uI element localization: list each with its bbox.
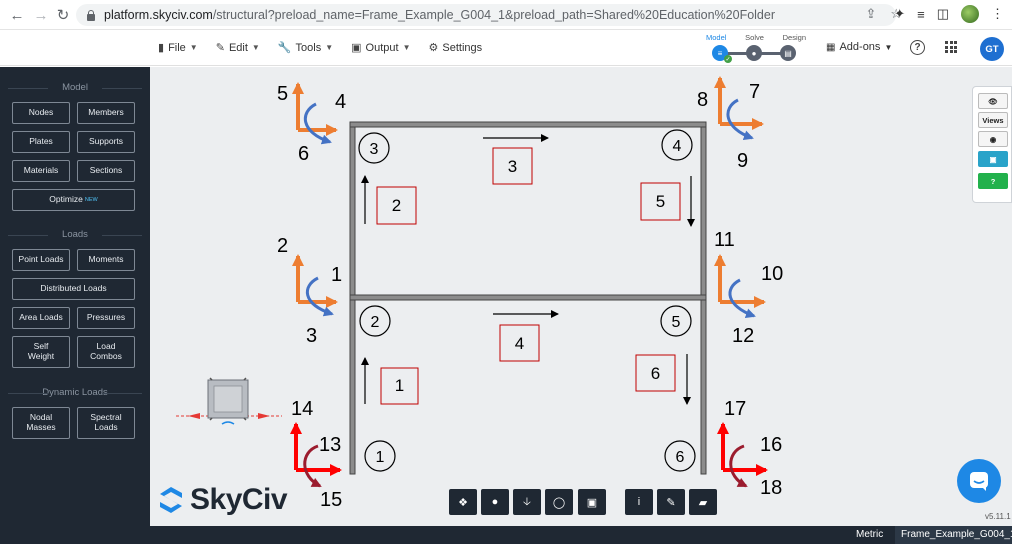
dof-label-13: 13 bbox=[319, 434, 341, 456]
dof-label-4: 4 bbox=[335, 91, 346, 113]
dof-label-17: 17 bbox=[724, 398, 746, 420]
node-2-label: 2 bbox=[371, 314, 380, 331]
dof-arrows-node-6: 17 16 18 bbox=[717, 398, 782, 499]
dof-label-18: 18 bbox=[760, 477, 782, 499]
dof-label-2: 2 bbox=[277, 235, 288, 257]
dof-label-7: 7 bbox=[749, 81, 760, 103]
dof-label-3: 3 bbox=[306, 325, 317, 347]
dof-label-5: 5 bbox=[277, 83, 288, 105]
member-1-label: 1 bbox=[395, 376, 404, 395]
dof-label-15: 15 bbox=[320, 489, 342, 511]
camera-snapshot-icon[interactable]: ▣ bbox=[578, 489, 606, 515]
layers-icon[interactable]: ❖ bbox=[449, 489, 477, 515]
dof-label-6: 6 bbox=[298, 143, 309, 165]
floor-beam[interactable] bbox=[349, 294, 707, 301]
member-labels: 1 2 3 4 5 6 bbox=[376, 147, 681, 405]
member-direction-arrows bbox=[361, 134, 695, 405]
dof-label-10: 10 bbox=[761, 263, 783, 285]
member-3-label: 3 bbox=[508, 157, 517, 176]
help-circle-icon[interactable]: ? bbox=[978, 173, 1008, 189]
dof-arrows-node-5: 11 10 12 bbox=[714, 229, 783, 347]
camera-icon[interactable]: ◉ bbox=[978, 131, 1008, 147]
node-3-label: 3 bbox=[370, 141, 379, 158]
member-2-label: 2 bbox=[392, 196, 401, 215]
right-view-toolbar: 👁 Views ◉ ▣ ? bbox=[972, 86, 1012, 203]
dof-label-9: 9 bbox=[737, 150, 748, 172]
node-5-label: 5 bbox=[672, 314, 681, 331]
dof-arrows-node-4: 8 7 9 bbox=[697, 76, 764, 172]
arrow-down-icon[interactable]: 🡣 bbox=[513, 489, 541, 515]
dof-arrows-node-3: 5 4 6 bbox=[277, 82, 346, 165]
frame-members bbox=[349, 121, 707, 475]
skyciv-logo-mark-icon bbox=[160, 487, 182, 513]
info-icon[interactable]: i bbox=[625, 489, 653, 515]
dof-label-1: 1 bbox=[331, 264, 342, 286]
dof-label-16: 16 bbox=[760, 434, 782, 456]
skyciv-logo-text: SkyCiv bbox=[190, 483, 288, 516]
status-bar: Metric Frame_Example_G004_1 bbox=[0, 526, 1012, 544]
version-label: v5.11.1 bbox=[985, 512, 1011, 521]
dof-label-11: 11 bbox=[714, 229, 735, 251]
node-4-label: 4 bbox=[673, 138, 682, 155]
frame-drawing: 1 2 3 4 5 6 1 2 3 4 5 6 5 4 6 2 1 3 14 1… bbox=[176, 76, 783, 511]
cube-icon[interactable]: ▣ bbox=[978, 151, 1008, 167]
eye-view-icon[interactable]: ● bbox=[481, 489, 509, 515]
dof-arrows-node-2: 2 1 3 bbox=[277, 235, 342, 347]
roof-beam[interactable] bbox=[349, 121, 707, 128]
skyciv-logo: SkyCiv bbox=[158, 483, 288, 517]
dof-label-14: 14 bbox=[291, 398, 313, 420]
member-4-label: 4 bbox=[515, 334, 524, 353]
dof-label-8: 8 bbox=[697, 89, 708, 111]
chat-support-button[interactable] bbox=[957, 459, 1001, 503]
pencil-draw-icon[interactable]: ✎ bbox=[657, 489, 685, 515]
node-6-label: 6 bbox=[676, 449, 685, 466]
dof-arrows-node-1: 14 13 15 bbox=[290, 398, 342, 511]
chat-bubble-icon bbox=[970, 472, 988, 491]
file-name-indicator: Frame_Example_G004_1 bbox=[895, 526, 1012, 544]
eye-icon[interactable]: 👁 bbox=[978, 93, 1008, 109]
dof-label-12: 12 bbox=[732, 325, 754, 347]
member-5-label: 5 bbox=[656, 192, 665, 211]
eraser-icon[interactable]: ▰ bbox=[689, 489, 717, 515]
member-6-label: 6 bbox=[651, 364, 660, 383]
lightbulb-icon[interactable]: ◯ bbox=[545, 489, 573, 515]
units-indicator[interactable]: Metric bbox=[848, 526, 891, 544]
view-cube[interactable] bbox=[176, 377, 282, 425]
views-button[interactable]: Views bbox=[978, 112, 1008, 128]
node-1-label: 1 bbox=[376, 449, 385, 466]
